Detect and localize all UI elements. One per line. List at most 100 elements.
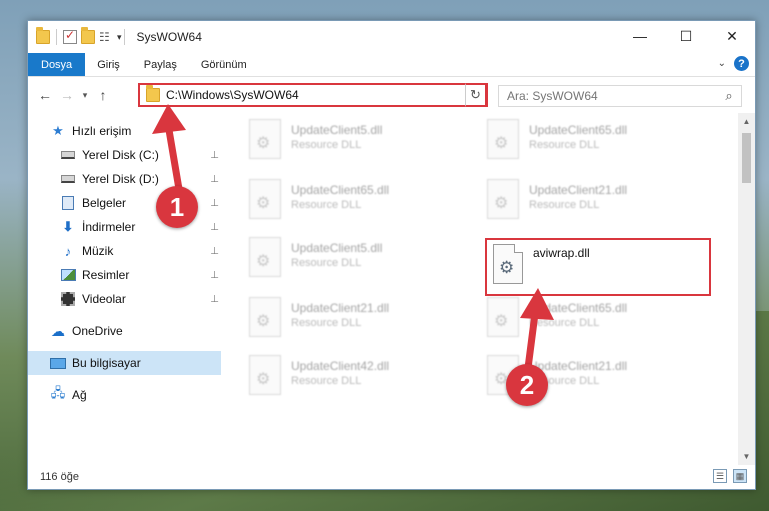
dll-file-icon [249,179,281,219]
navigation-bar: ← → ▾ ↑ C:\Windows\SysWOW64 ⌄ ↻ ⌕ [28,77,755,113]
file-item[interactable]: UpdateClient42.dll Resource DLL [249,355,469,401]
sidebar-item-onedrive[interactable]: ☁ OneDrive [28,319,221,343]
sidebar-item-pictures[interactable]: Resimler ⊥ [28,263,221,287]
main-content: ★ Hızlı erişim Yerel Disk (C:) ⊥ Yerel D… [28,113,755,465]
sidebar-item-videos[interactable]: Videolar ⊥ [28,287,221,311]
pin-icon: ⊥ [210,149,219,161]
recent-locations-button[interactable]: ▾ [78,90,92,101]
dll-file-icon [487,119,519,159]
dll-file-icon [249,237,281,277]
tiles-view-icon[interactable]: ▦ [733,469,747,483]
step-1-badge: 1 [156,186,198,228]
file-item[interactable]: UpdateClient21.dll Resource DLL [487,179,707,225]
sidebar-item-this-pc[interactable]: Bu bilgisayar [28,351,221,375]
pin-icon: ⊥ [210,221,219,233]
disk-icon [60,172,76,186]
tab-home[interactable]: Giriş [85,53,132,76]
file-type: Resource DLL [529,317,600,329]
ribbon-tabs: Dosya Giriş Paylaş Görünüm ⌄ ? [28,53,755,77]
file-explorer-window: ☷ ▾ SysWOW64 — ☐ ✕ Dosya Giriş Paylaş Gö… [27,20,756,490]
file-name: UpdateClient21.dll [291,301,390,315]
file-type: Resource DLL [529,139,600,151]
dll-file-icon [249,355,281,395]
step-2-badge: 2 [506,364,548,406]
sidebar-item-local-disk-d[interactable]: Yerel Disk (D:) ⊥ [28,167,221,191]
sidebar-item-label: Hızlı erişim [72,124,132,138]
expand-ribbon-icon[interactable]: ⌄ [718,58,726,69]
file-item[interactable]: UpdateClient5.dll Resource DLL [249,237,469,283]
file-list: UpdateClient5.dll Resource DLL UpdateClie… [221,113,755,465]
search-input[interactable] [507,89,717,103]
scroll-up-icon[interactable]: ▲ [738,113,755,130]
dll-file-icon [493,244,523,284]
window-controls: — ☐ ✕ [617,21,755,51]
computer-icon [50,356,66,370]
tab-share[interactable]: Paylaş [132,53,189,76]
address-bar[interactable]: C:\Windows\SysWOW64 ⌄ [138,83,488,107]
sidebar-item-label: İndirmeler [82,220,136,234]
sidebar-item-local-disk-c[interactable]: Yerel Disk (C:) ⊥ [28,143,221,167]
ribbon-right-controls: ⌄ ? [718,56,749,71]
properties-icon[interactable] [63,28,77,44]
sidebar-item-music[interactable]: ♪ Müzik ⊥ [28,239,221,263]
file-type: Resource DLL [291,375,362,387]
file-name: UpdateClient65.dll [291,183,390,197]
maximize-button[interactable]: ☐ [663,21,709,51]
vertical-scrollbar[interactable]: ▲ ▼ [738,113,755,465]
file-item[interactable]: UpdateClient65.dll Resource DLL [487,119,707,165]
videos-icon [60,292,76,306]
sidebar-item-quick-access[interactable]: ★ Hızlı erişim [28,119,221,143]
music-icon: ♪ [64,243,72,259]
downloads-icon: ⬇ [62,219,74,234]
search-icon[interactable]: ⌕ [717,88,741,104]
view-toggle-icon[interactable]: ☷ [99,30,113,44]
file-item-aviwrap[interactable]: aviwrap.dll [493,244,590,284]
sidebar-item-label: Resimler [82,268,130,282]
toolbar-divider [56,29,57,45]
view-mode-buttons: ☰ ▦ [713,469,747,483]
network-icon: 🖧 [50,385,66,400]
file-name: UpdateClient21.dll [529,359,628,373]
scrollbar-thumb[interactable] [742,133,751,183]
new-folder-icon[interactable] [81,27,95,44]
dll-file-icon [487,179,519,219]
close-button[interactable]: ✕ [709,21,755,51]
file-name: UpdateClient5.dll [291,241,383,255]
minimize-button[interactable]: — [617,21,663,51]
pin-icon: ⊥ [210,197,219,209]
file-item[interactable]: UpdateClient65.dll Resource DLL [249,179,469,225]
back-button[interactable]: ← [34,87,56,103]
file-name: aviwrap.dll [533,246,590,260]
file-type: Resource DLL [291,199,362,211]
search-box[interactable]: ⌕ [498,85,742,107]
file-type: Resource DLL [291,317,362,329]
help-icon[interactable]: ? [734,56,749,71]
item-count: 116 öğe [40,471,79,483]
file-item[interactable]: UpdateClient5.dll Resource DLL [249,119,469,165]
up-button[interactable]: ↑ [92,87,114,103]
file-item[interactable]: UpdateClient65.dll Resource DLL [487,297,707,343]
file-name: UpdateClient5.dll [291,123,383,137]
tab-view[interactable]: Görünüm [189,53,259,76]
sidebar-item-label: OneDrive [72,324,123,338]
dll-file-icon [249,297,281,337]
forward-button[interactable]: → [56,87,78,103]
status-bar: 116 öğe ☰ ▦ [28,465,755,489]
sidebar-item-label: Yerel Disk (D:) [82,172,159,186]
sidebar-item-label: Yerel Disk (C:) [82,148,159,162]
file-name: UpdateClient65.dll [529,301,628,315]
window-title: SysWOW64 [136,30,202,44]
scroll-down-icon[interactable]: ▼ [738,448,755,465]
tab-file[interactable]: Dosya [28,53,86,76]
refresh-button[interactable]: ↻ [465,83,487,107]
navigation-pane: ★ Hızlı erişim Yerel Disk (C:) ⊥ Yerel D… [28,113,221,465]
details-view-icon[interactable]: ☰ [713,469,727,483]
pin-icon: ⊥ [210,245,219,257]
customize-toolbar-icon[interactable]: ▾ [117,32,122,43]
pin-icon: ⊥ [210,173,219,185]
dll-file-icon [487,297,519,337]
file-type: Resource DLL [291,257,362,269]
address-path[interactable]: C:\Windows\SysWOW64 [166,88,466,102]
sidebar-item-network[interactable]: 🖧 Ağ [28,383,221,407]
file-item[interactable]: UpdateClient21.dll Resource DLL [249,297,469,343]
